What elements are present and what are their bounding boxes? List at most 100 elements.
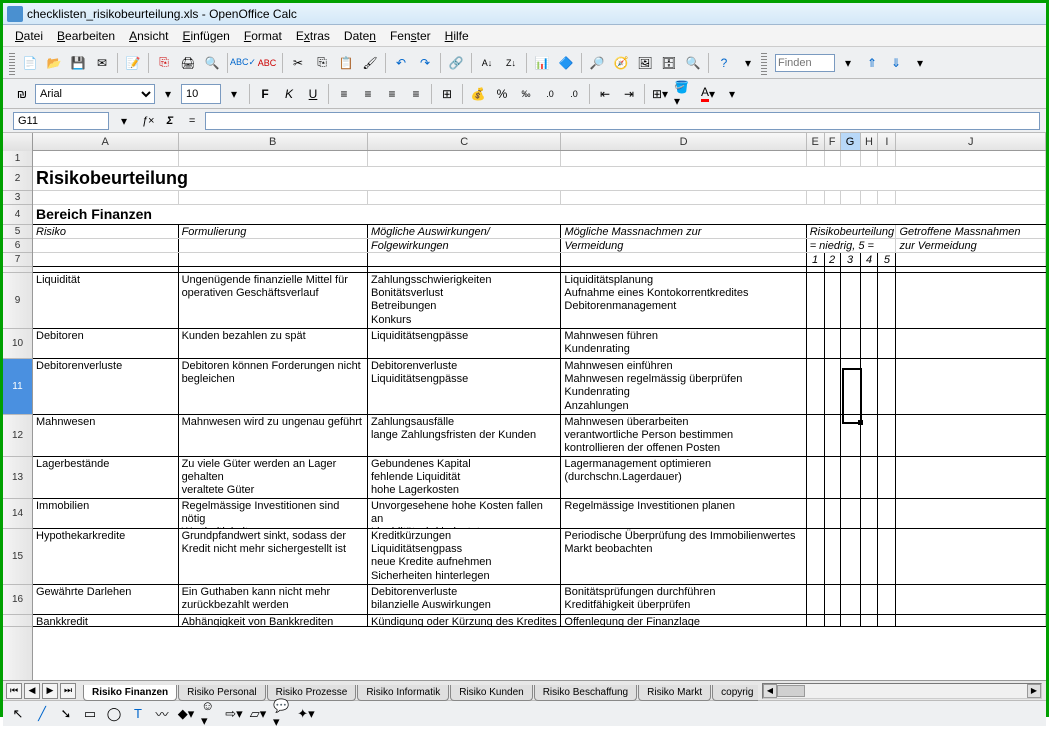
cell[interactable] [861, 615, 879, 626]
cell-massnahmen[interactable]: Periodische Überprüfung des Immobilienwe… [561, 529, 806, 584]
cell-empty[interactable] [896, 151, 1046, 166]
ellipse-tool-icon[interactable]: ◯ [105, 705, 123, 723]
cell-risiko[interactable]: Gewährte Darlehen [33, 585, 179, 614]
cell-empty[interactable] [179, 151, 368, 166]
cell-massnahmen[interactable]: Regelmässige Investitionen planen [561, 499, 806, 528]
cell-empty[interactable] [807, 151, 825, 166]
hdr-folge[interactable]: Folgewirkungen [368, 239, 561, 252]
undo-button[interactable]: ↶ [390, 52, 412, 74]
cell-empty[interactable] [825, 151, 841, 166]
cell[interactable] [807, 415, 825, 456]
cell[interactable] [561, 253, 806, 266]
cell-auswirkungen[interactable]: Zahlungsausfälle lange Zahlungsfristen d… [368, 415, 561, 456]
cell-formulierung[interactable]: Zu viele Güter werden an Lager gehalten … [179, 457, 368, 498]
cell[interactable] [807, 267, 825, 272]
cell[interactable] [878, 273, 896, 328]
cell[interactable] [861, 415, 879, 456]
scroll-thumb[interactable] [777, 685, 805, 697]
chart-button[interactable]: 📊 [531, 52, 553, 74]
col-header-A[interactable]: A [33, 133, 179, 150]
cell-empty[interactable] [861, 151, 879, 166]
print-button[interactable]: 🖨 [177, 52, 199, 74]
cell-formulierung[interactable]: Debitoren können Forderungen nicht begle… [179, 359, 368, 414]
hdr-formulierung[interactable]: Formulierung [179, 225, 368, 238]
row-header-13[interactable]: 13 [3, 457, 32, 499]
cell[interactable] [841, 273, 861, 328]
datasources-button[interactable]: 🗄 [658, 52, 680, 74]
find-next-button[interactable]: ⇓ [885, 52, 907, 74]
horizontal-scrollbar[interactable]: ◀ ▶ [762, 683, 1042, 699]
arrow-tool-icon[interactable]: ➘ [57, 705, 75, 723]
cell[interactable] [878, 529, 896, 584]
menu-format[interactable]: Format [238, 27, 288, 45]
find-prev-button[interactable]: ⇑ [861, 52, 883, 74]
cell[interactable] [807, 529, 825, 584]
cell[interactable] [825, 529, 841, 584]
find-dropdown[interactable]: ▾ [837, 52, 859, 74]
cell[interactable] [841, 585, 861, 614]
cell[interactable] [825, 499, 841, 528]
cell[interactable] [878, 329, 896, 358]
cell-massnahmen[interactable]: Liquiditätsplanung Aufnahme eines Kontok… [561, 273, 806, 328]
autospell-button[interactable]: ABC [256, 52, 278, 74]
save-button[interactable]: 💾 [67, 52, 89, 74]
sort-asc-button[interactable]: A↓ [476, 52, 498, 74]
cell[interactable] [807, 457, 825, 498]
currency-button[interactable]: 💰 [467, 83, 489, 105]
symbols-tool-icon[interactable]: ☺▾ [201, 705, 219, 723]
email-button[interactable]: ✉ [91, 52, 113, 74]
cell-empty[interactable] [825, 191, 841, 204]
row-header-12[interactable]: 12 [3, 415, 32, 457]
cell-formulierung[interactable]: Abhängigkeit von Bankkrediten [179, 615, 368, 626]
cell[interactable] [841, 329, 861, 358]
cell-empty[interactable] [561, 151, 806, 166]
cell[interactable] [861, 267, 879, 272]
hdr-skala[interactable]: = niedrig, 5 = hoch [807, 239, 897, 252]
underline-button[interactable]: U [302, 83, 324, 105]
cell-empty[interactable] [561, 191, 806, 204]
scroll-right-button[interactable]: ▶ [1027, 684, 1041, 698]
menu-file[interactable]: Datei [9, 27, 49, 45]
cell[interactable] [878, 499, 896, 528]
toolbar-more[interactable]: ▾ [737, 52, 759, 74]
cell[interactable] [33, 253, 179, 266]
sheet-tab-3[interactable]: Risiko Informatik [357, 685, 449, 701]
cell[interactable] [861, 359, 879, 414]
cell[interactable] [841, 499, 861, 528]
cell[interactable] [807, 359, 825, 414]
select-all-corner[interactable] [3, 133, 33, 151]
line-tool-icon[interactable]: ╱ [33, 705, 51, 723]
paste-button[interactable]: 📋 [335, 52, 357, 74]
cell[interactable] [896, 253, 1046, 266]
find-replace-button[interactable]: 🔎 [586, 52, 608, 74]
standard-format-button[interactable]: ‰ [515, 83, 537, 105]
num-3[interactable]: 3 [841, 253, 861, 266]
cell[interactable] [896, 359, 1046, 414]
cell-empty[interactable] [179, 191, 368, 204]
export-pdf-button[interactable]: ⎘ [153, 52, 175, 74]
cell[interactable] [825, 329, 841, 358]
cell[interactable] [841, 415, 861, 456]
cell[interactable] [825, 359, 841, 414]
title-cell[interactable]: Risikobeurteilung [33, 167, 1046, 190]
cell-auswirkungen[interactable]: Zahlungsschwierigkeiten Bonitätsverlust … [368, 273, 561, 328]
menu-view[interactable]: Ansicht [123, 27, 174, 45]
cell[interactable] [878, 585, 896, 614]
menu-help[interactable]: Hilfe [439, 27, 475, 45]
cursor-icon[interactable]: ↖ [9, 705, 27, 723]
cell[interactable] [896, 415, 1046, 456]
bgcolor-button[interactable]: 🪣▾ [673, 83, 695, 105]
cell[interactable] [861, 585, 879, 614]
function-button[interactable]: = [183, 112, 201, 130]
font-dropdown[interactable]: ▾ [157, 83, 179, 105]
cell[interactable] [861, 529, 879, 584]
text-tool-icon[interactable]: T [129, 705, 147, 723]
row-header-16[interactable]: 16 [3, 585, 32, 615]
function-wizard-button[interactable]: ƒ× [139, 112, 157, 130]
menu-data[interactable]: Daten [338, 27, 382, 45]
cell[interactable] [807, 615, 825, 626]
row-header-blank[interactable] [3, 615, 32, 627]
col-header-D[interactable]: D [561, 133, 806, 150]
cell[interactable] [825, 415, 841, 456]
cell[interactable] [807, 499, 825, 528]
